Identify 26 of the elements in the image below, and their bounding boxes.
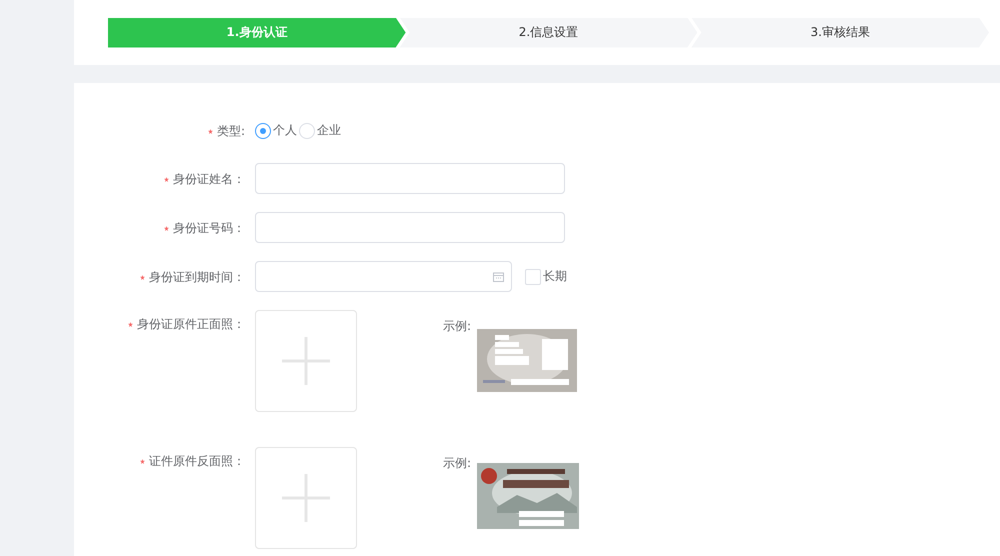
field-label: 证件原件反面照： bbox=[149, 453, 245, 470]
checkbox-option[interactable]: 长期 bbox=[525, 268, 567, 285]
plus-icon bbox=[282, 474, 330, 522]
field-label: 身份证姓名： bbox=[173, 171, 245, 188]
option-label: 个人 bbox=[273, 122, 297, 139]
radio-option[interactable]: 企业 bbox=[299, 122, 341, 139]
radio-option[interactable]: 个人 bbox=[255, 122, 297, 139]
checkbox[interactable] bbox=[525, 268, 541, 284]
field-label: 类型: bbox=[216, 123, 245, 140]
field-label: 身份证到期时间： bbox=[149, 269, 245, 286]
radio-icon[interactable] bbox=[255, 122, 271, 138]
plus-icon bbox=[282, 337, 330, 385]
field-label: 身份证号码： bbox=[173, 220, 245, 237]
date-field[interactable] bbox=[255, 261, 512, 292]
calendar-icon bbox=[493, 272, 504, 282]
option-label: 企业 bbox=[317, 122, 341, 139]
input-field[interactable] bbox=[255, 212, 565, 243]
step-tab[interactable]: 2.信息设置 bbox=[400, 18, 698, 48]
upload-box[interactable] bbox=[255, 310, 357, 412]
step-tab[interactable]: 3.审核结果 bbox=[691, 18, 990, 48]
checkbox-label: 长期 bbox=[543, 268, 567, 285]
upload-box[interactable] bbox=[255, 447, 357, 549]
field-label: 身份证原件正面照： bbox=[137, 316, 245, 333]
example-label: 示例: bbox=[443, 318, 472, 335]
input-field[interactable] bbox=[255, 163, 565, 194]
example-label: 示例: bbox=[443, 455, 472, 472]
